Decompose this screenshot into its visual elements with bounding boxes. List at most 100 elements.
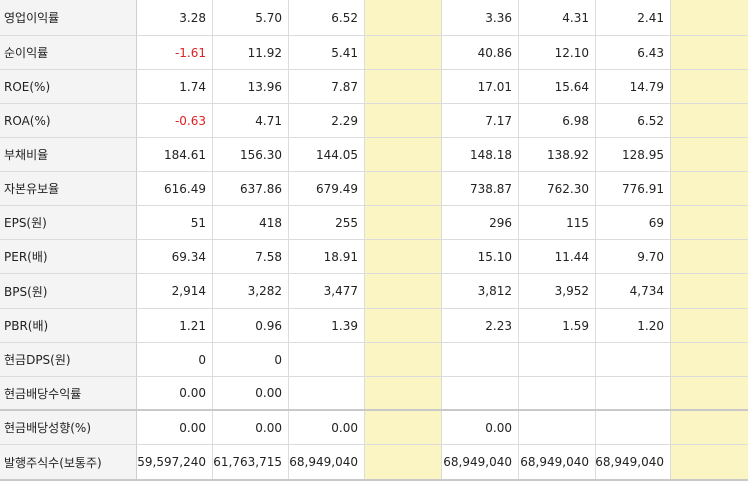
table-cell: 6.52 [596,104,671,137]
row-label: 현금배당수익률 [0,377,137,409]
table-cell [365,70,442,103]
table-cell: 3.36 [442,0,519,35]
row-label: BPS(원) [0,274,137,308]
row-label: 부채비율 [0,138,137,171]
table-row: EPS(원) 51 418 255 296 115 69 [0,206,748,240]
row-label: 발행주식수(보통주) [0,445,137,479]
table-cell: -1.61 [137,36,213,69]
table-cell: 7.58 [213,240,289,273]
row-label: 영업이익률 [0,0,137,35]
table-cell [365,104,442,137]
table-cell: 148.18 [442,138,519,171]
table-cell: 1.39 [289,309,365,342]
table-cell: 15.10 [442,240,519,273]
table-cell [365,309,442,342]
table-cell: 115 [519,206,596,239]
table-cell [596,343,671,376]
table-cell: 255 [289,206,365,239]
row-label: ROE(%) [0,70,137,103]
table-cell [365,274,442,308]
table-cell: 11.44 [519,240,596,273]
table-cell: 61,763,715 [213,445,289,479]
table-cell: 418 [213,206,289,239]
table-cell [596,411,671,444]
table-cell: -0.63 [137,104,213,137]
table-cell: 1.59 [519,309,596,342]
table-cell [671,445,748,479]
table-cell [365,36,442,69]
table-cell: 2,914 [137,274,213,308]
table-cell: 68,949,040 [289,445,365,479]
table-cell: 3,812 [442,274,519,308]
table-cell: 9.70 [596,240,671,273]
table-cell: 3,952 [519,274,596,308]
table-cell: 1.20 [596,309,671,342]
table-cell: 138.92 [519,138,596,171]
table-cell [519,411,596,444]
table-cell: 0.00 [442,411,519,444]
table-row: PBR(배) 1.21 0.96 1.39 2.23 1.59 1.20 [0,309,748,343]
table-cell: 4,734 [596,274,671,308]
table-cell: 69.34 [137,240,213,273]
table-cell [596,377,671,409]
table-cell: 3,282 [213,274,289,308]
table-cell: 616.49 [137,172,213,205]
table-cell [671,240,748,273]
table-cell: 6.52 [289,0,365,35]
table-cell: 184.61 [137,138,213,171]
table-cell: 69 [596,206,671,239]
table-cell: 1.21 [137,309,213,342]
table-cell: 0.96 [213,309,289,342]
table-cell [671,206,748,239]
table-cell: 5.41 [289,36,365,69]
table-cell [365,172,442,205]
table-cell: 0.00 [137,377,213,409]
row-label: 현금배당성향(%) [0,411,137,444]
table-cell: 776.91 [596,172,671,205]
table-cell: 679.49 [289,172,365,205]
table-cell [671,36,748,69]
table-cell: 6.43 [596,36,671,69]
table-cell [671,343,748,376]
table-cell: 2.23 [442,309,519,342]
table-cell [671,274,748,308]
table-cell: 40.86 [442,36,519,69]
table-row: 순이익률 -1.61 11.92 5.41 40.86 12.10 6.43 [0,36,748,70]
table-row: 부채비율 184.61 156.30 144.05 148.18 138.92 128.95 [0,138,748,172]
table-cell: 15.64 [519,70,596,103]
table-cell: 2.41 [596,0,671,35]
table-row: 자본유보율 616.49 637.86 679.49 738.87 762.30 776.9… [0,172,748,206]
row-label: EPS(원) [0,206,137,239]
table-cell: 51 [137,206,213,239]
table-row: ROE(%) 1.74 13.96 7.87 17.01 15.64 14.79 [0,70,748,104]
table-cell: 0.00 [289,411,365,444]
table-cell [671,104,748,137]
table-row: 영업이익률 3.28 5.70 6.52 3.36 4.31 2.41 [0,0,748,36]
table-row: ROA(%) -0.63 4.71 2.29 7.17 6.98 6.52 [0,104,748,138]
table-cell: 17.01 [442,70,519,103]
table-cell: 1.74 [137,70,213,103]
table-cell [519,377,596,409]
table-row: BPS(원) 2,914 3,282 3,477 3,812 3,952 4,734 [0,274,748,309]
table-row: 현금배당성향(%) 0.00 0.00 0.00 0.00 [0,411,748,445]
table-cell [671,0,748,35]
table-cell [442,377,519,409]
table-cell [289,377,365,409]
table-row: PER(배) 69.34 7.58 18.91 15.10 11.44 9.70 [0,240,748,274]
table-cell [671,377,748,409]
table-cell [671,172,748,205]
table-cell: 68,949,040 [442,445,519,479]
financial-ratio-table: 영업이익률 3.28 5.70 6.52 3.36 4.31 2.41 순이익률 -1.61 11… [0,0,748,482]
table-cell: 3.28 [137,0,213,35]
table-cell [365,411,442,444]
table-cell: 4.71 [213,104,289,137]
table-cell [671,309,748,342]
table-cell: 738.87 [442,172,519,205]
table-cell: 0.00 [213,411,289,444]
table-cell: 762.30 [519,172,596,205]
table-cell: 68,949,040 [519,445,596,479]
table-cell [289,343,365,376]
table-cell: 0.00 [137,411,213,444]
table-cell: 6.98 [519,104,596,137]
table-cell [365,240,442,273]
